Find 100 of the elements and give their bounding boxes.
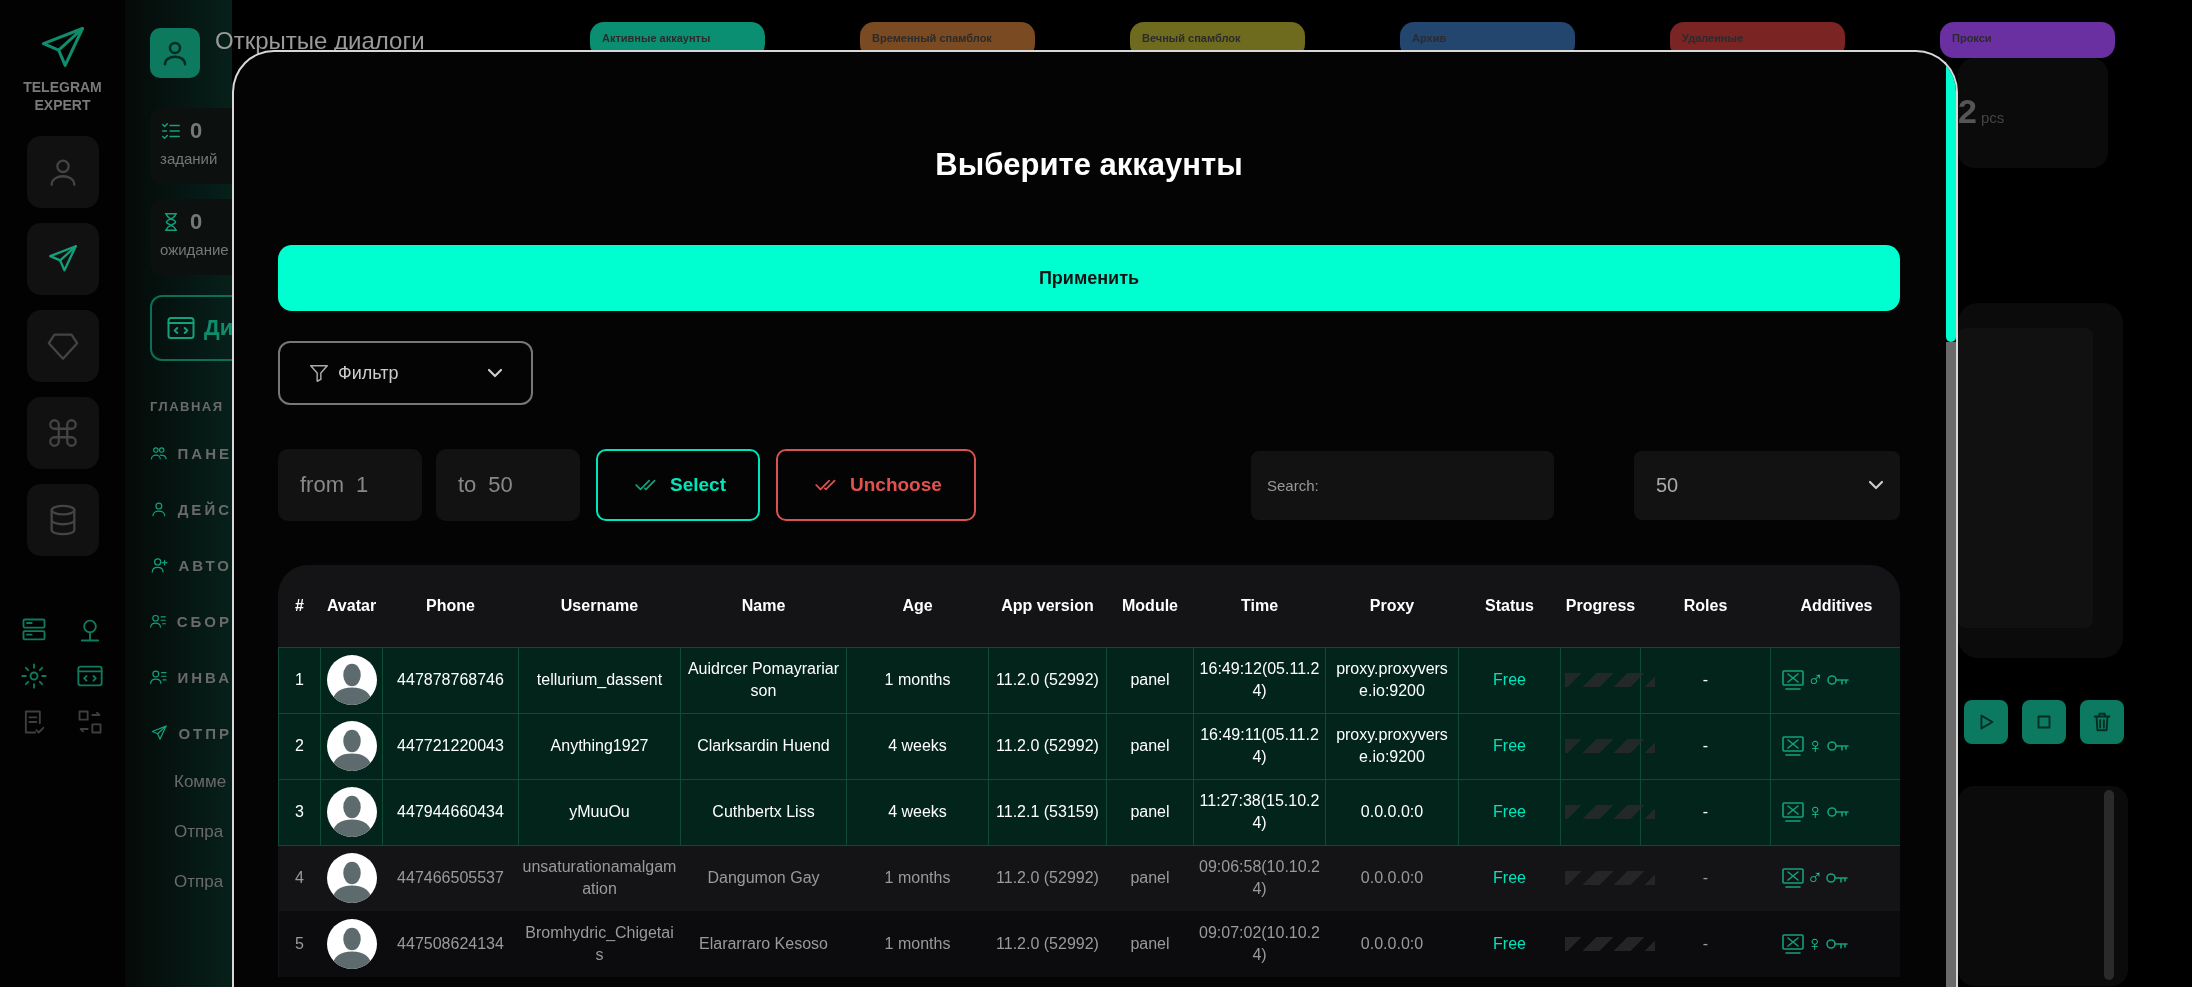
range-field[interactable]: to 50 xyxy=(436,449,580,521)
table-cell: Free xyxy=(1458,911,1561,977)
table-row[interactable]: 3 447944660434 yMuuOu Cuthbertx Liss 4 weeks 11.2.1 (53159) panel 11:27:38(15.10.24) 0.0.0.0:0 Free - ♀ xyxy=(278,779,1900,845)
column-header: Age xyxy=(846,565,989,647)
table-cell: 0.0.0.0:0 xyxy=(1325,845,1459,911)
table-row[interactable]: 4 447466505537 unsaturationamalgamation Dangumon Gay 1 months 11.2.0 (52992) panel 09:06:58(10.10.24) 0.0.0.0:0 Free - ♂ xyxy=(278,845,1900,911)
table-cell: 3 xyxy=(278,779,321,845)
monitor-cross-icon xyxy=(1780,866,1805,891)
table-cell: proxy.proxyverse.io:9200 xyxy=(1325,713,1459,779)
delete-button[interactable] xyxy=(2080,700,2124,744)
table-cell: 11.2.0 (52992) xyxy=(988,911,1107,977)
table-cell: panel xyxy=(1106,713,1194,779)
table-cell: 1 months xyxy=(846,911,989,977)
checklist-icon xyxy=(160,120,182,142)
field-label: to xyxy=(458,472,477,498)
table-cell: 11.2.0 (52992) xyxy=(988,713,1107,779)
select-button[interactable]: Select xyxy=(596,449,760,521)
table-cell: yMuuOu xyxy=(518,779,681,845)
submenu-item[interactable]: Отпра xyxy=(174,872,232,892)
avatar-icon xyxy=(326,853,377,904)
field-value: 50 xyxy=(488,472,513,498)
summary-unit: pcs xyxy=(1980,109,2005,126)
field-label: from xyxy=(300,472,344,498)
table-cell: - xyxy=(1640,845,1771,911)
table-cell: Free xyxy=(1458,713,1561,779)
table-cell: 09:06:58(10.10.24) xyxy=(1193,845,1326,911)
table-cell: - xyxy=(1640,713,1771,779)
stat-value: 0 xyxy=(190,118,203,144)
table-cell: Dangumon Gay xyxy=(680,845,847,911)
table-cell: panel xyxy=(1106,779,1194,845)
column-header: Time xyxy=(1193,565,1326,647)
menu-item[interactable]: ИНВА xyxy=(177,668,232,686)
monitor-cross-icon xyxy=(1781,668,1805,692)
table-cell: 16:49:11(05.11.24) xyxy=(1193,713,1326,779)
gender-symbol: ♂ xyxy=(1807,668,1824,692)
table-cell: - xyxy=(1640,779,1771,845)
table-cell: 16:49:12(05.11.24) xyxy=(1193,647,1326,713)
table-cell: Clarksardin Huend xyxy=(680,713,847,779)
gender-symbol: ♀ xyxy=(1807,800,1824,824)
logo-text: TELEGRAM EXPERT xyxy=(22,78,103,114)
column-header: Module xyxy=(1106,565,1194,647)
menu-item[interactable]: ПАНЕ xyxy=(177,444,232,462)
rail-button[interactable] xyxy=(26,223,99,295)
scrollbar-thumb[interactable] xyxy=(2104,790,2114,980)
column-header: Phone xyxy=(382,565,519,647)
column-header: Progress xyxy=(1560,565,1641,647)
field-value: 1 xyxy=(356,472,369,498)
column-header: Roles xyxy=(1640,565,1771,647)
table-cell: 0.0.0.0:0 xyxy=(1325,911,1459,977)
column-header: Username xyxy=(518,565,681,647)
column-header: Avatar xyxy=(320,565,383,647)
table-cell: 447508624134 xyxy=(382,911,519,977)
table-cell: Anything1927 xyxy=(518,713,681,779)
gender-symbol: ♀ xyxy=(1807,734,1824,758)
monitor-cross-icon xyxy=(1780,932,1805,956)
table-row[interactable]: 1 447878768746 tellurium_dassent Auidrcer Pomayrariarson 1 months 11.2.0 (52992) panel 16:49:12(05.11.24) proxy.proxyverse.io:9200 Free - ♂ xyxy=(278,647,1900,713)
table-cell: Free xyxy=(1458,647,1561,713)
section-heading: ГЛАВНАЯ xyxy=(150,399,225,414)
unchoose-button[interactable]: Unchoose xyxy=(776,449,976,521)
table-cell: 11.2.1 (53159) xyxy=(988,779,1107,845)
filter-dropdown[interactable]: Фильтр xyxy=(278,341,533,405)
menu-item[interactable]: ОТПР xyxy=(178,724,232,742)
table-cell: Bromhydric_Chigetais xyxy=(518,911,681,977)
stat-value: 0 xyxy=(190,209,203,235)
table-cell: 1 months xyxy=(846,647,989,713)
submenu-item[interactable]: Отпра xyxy=(174,822,232,842)
menu-item[interactable]: АВТО xyxy=(178,556,232,574)
button-label: Ди xyxy=(204,315,234,341)
stop-button[interactable] xyxy=(2022,700,2066,744)
table-cell: Free xyxy=(1458,779,1561,845)
table-cell: 0.0.0.0:0 xyxy=(1325,779,1459,845)
column-header: App version xyxy=(988,565,1107,647)
search-field[interactable]: Search: xyxy=(1251,450,1554,520)
table-row[interactable]: 2 447721220043 Anything1927 Clarksardin Huend 4 weeks 11.2.0 (52992) panel 16:49:11(05.11.24) proxy.proxyverse.io:9200 Free - ♀ xyxy=(278,713,1900,779)
table-cell: 09:07:02(10.10.24) xyxy=(1193,911,1326,977)
gender-symbol: ♀ xyxy=(1806,932,1823,956)
avatar-icon xyxy=(326,919,377,969)
avatar-icon xyxy=(326,787,377,837)
table-cell: panel xyxy=(1106,911,1194,977)
table-cell: proxy.proxyverse.io:9200 xyxy=(1325,647,1459,713)
stat-label: заданий xyxy=(160,150,219,167)
stat-label: ожидание xyxy=(160,241,230,258)
table-cell: 447721220043 xyxy=(382,713,519,779)
table-cell: Cuthbertx Liss xyxy=(680,779,847,845)
table-cell: 11:27:38(15.10.24) xyxy=(1193,779,1326,845)
page-size-select[interactable]: 50 xyxy=(1634,450,1900,520)
apply-button[interactable]: Применить xyxy=(278,245,1900,311)
table-cell: 447466505537 xyxy=(382,845,519,911)
range-field[interactable]: from 1 xyxy=(278,449,422,521)
table-cell: - xyxy=(1640,647,1771,713)
submenu-item[interactable]: Комме xyxy=(174,772,232,792)
table-cell: 2 xyxy=(278,713,321,779)
menu-item[interactable]: СБОР xyxy=(176,612,232,630)
gender-symbol: ♂ xyxy=(1806,866,1823,891)
play-button[interactable] xyxy=(1964,700,2008,744)
column-header: Status xyxy=(1458,565,1561,647)
table-cell: panel xyxy=(1106,845,1194,911)
menu-item[interactable]: ДЕЙС xyxy=(177,500,232,518)
table-cell: Elararraro Kesoso xyxy=(680,911,847,977)
summary-value: 2 xyxy=(1958,92,1977,131)
